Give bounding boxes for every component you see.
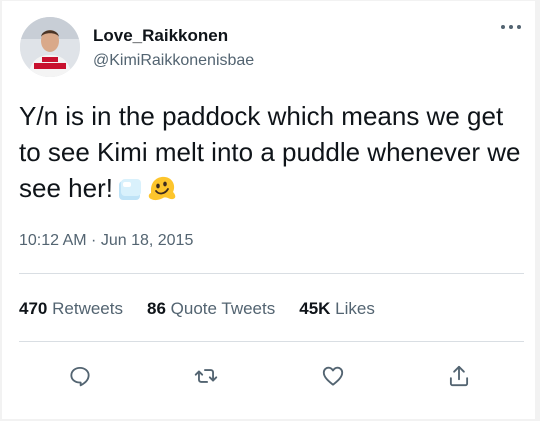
author-handle[interactable]: @KimiRaikkonenisbae: [93, 52, 254, 70]
quote-tweets-stat[interactable]: 86 Quote Tweets: [147, 299, 275, 319]
engagement-stats: 470 Retweets 86 Quote Tweets 45K Likes: [19, 299, 399, 319]
retweets-count: 470: [19, 299, 48, 318]
quote-tweets-count: 86: [146, 299, 166, 318]
more-options-icon[interactable]: [498, 19, 524, 35]
retweet-button[interactable]: [193, 363, 219, 389]
tweet-timestamp[interactable]: 10:12 AM · Jun 18, 2015: [19, 232, 193, 250]
avatar[interactable]: [20, 17, 80, 77]
retweets-label: Retweets: [52, 299, 123, 318]
like-icon: [322, 366, 344, 386]
reply-button[interactable]: [67, 363, 93, 389]
tweet-card: Love_Raikkonen @KimiRaikkonenisbae Y/n i…: [2, 1, 535, 419]
author-name[interactable]: Love_Raikkonen: [93, 26, 228, 46]
retweets-stat[interactable]: 470 Retweets: [19, 299, 123, 319]
melting-face-emoji: [147, 174, 177, 211]
share-icon: [449, 365, 469, 387]
likes-count: 45K: [299, 299, 331, 318]
like-button[interactable]: [320, 363, 346, 389]
tweet-body: Y/n is in the paddock which means we get…: [19, 101, 521, 203]
reply-icon: [70, 366, 90, 387]
tweet-text: Y/n is in the paddock which means we get…: [19, 98, 524, 211]
divider: [19, 273, 524, 274]
likes-stat[interactable]: 45K Likes: [299, 299, 375, 319]
retweet-icon: [194, 369, 218, 383]
quote-tweets-label: Quote Tweets: [170, 299, 276, 318]
share-button[interactable]: [446, 363, 472, 389]
divider: [19, 341, 524, 342]
likes-label: Likes: [335, 299, 375, 318]
ice-cube-emoji: [117, 175, 143, 211]
